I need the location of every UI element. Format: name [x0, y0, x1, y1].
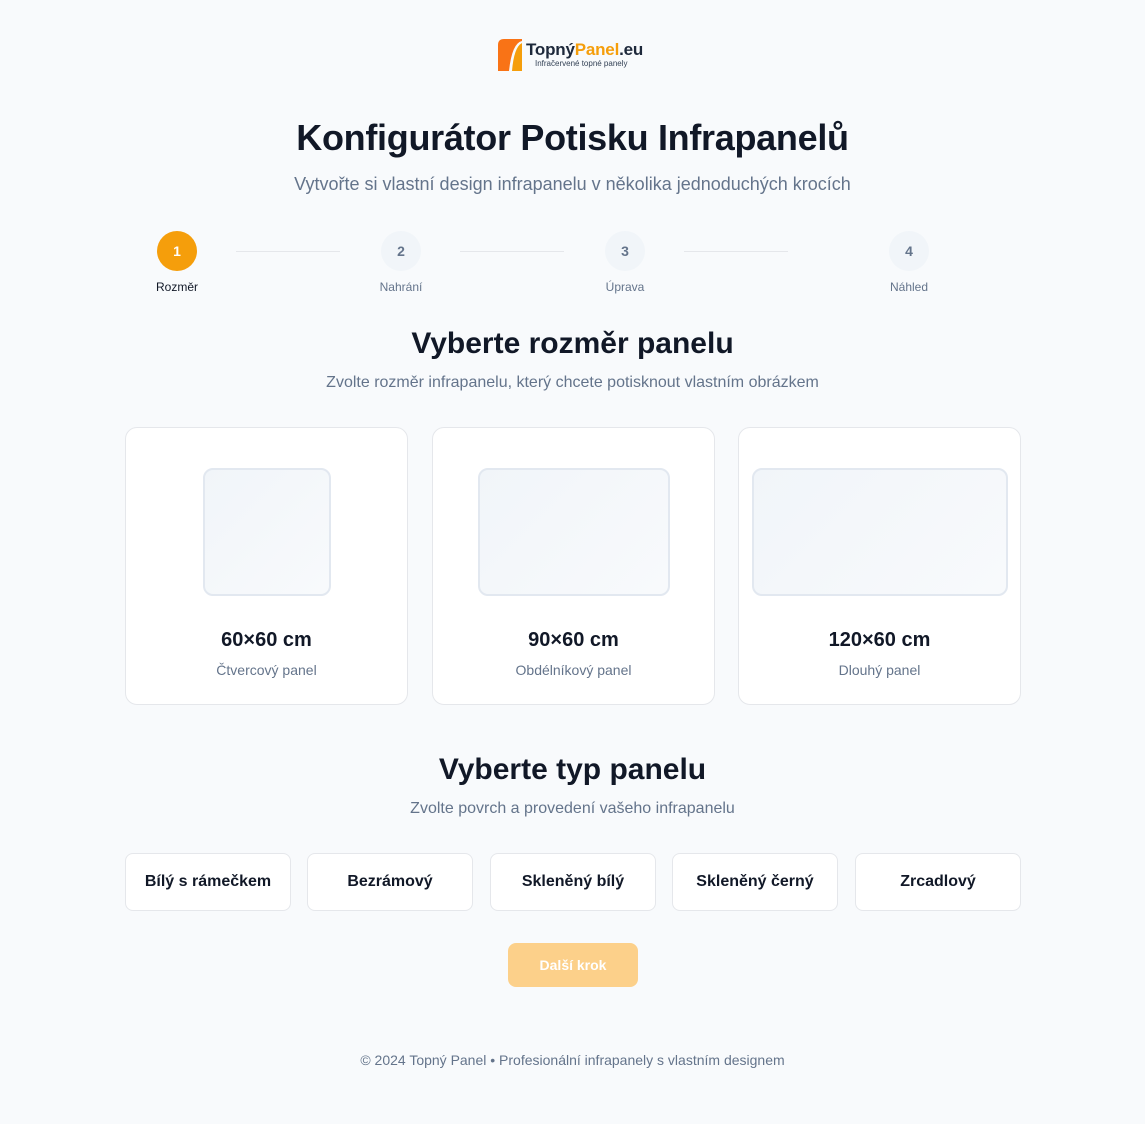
- type-option-frameless[interactable]: Bezrámový: [307, 853, 473, 911]
- step-number: 3: [605, 231, 645, 271]
- type-section-subtitle: Zvolte povrch a provedení vašeho infrapa…: [410, 800, 735, 817]
- page-title: Konfigurátor Potisku Infrapanelů: [296, 117, 849, 158]
- panel-preview-long: [752, 468, 1008, 596]
- step-1[interactable]: 1 Rozměr: [127, 231, 227, 294]
- step-label: Náhled: [889, 280, 929, 294]
- logo-name-suffix: .eu: [619, 40, 644, 59]
- size-description: Dlouhý panel: [838, 662, 921, 678]
- page-subtitle: Vytvořte si vlastní design infrapanelu v…: [294, 174, 851, 194]
- footer-text: © 2024 Topný Panel • Profesionální infra…: [360, 1052, 785, 1068]
- step-label: Rozměr: [155, 280, 198, 294]
- size-option-60x60[interactable]: 60×60 cm Čtvercový panel: [125, 427, 408, 705]
- type-option-glass-black[interactable]: Skleněný černý: [672, 853, 838, 911]
- size-label: 60×60 cm: [221, 629, 312, 651]
- step-connector: [684, 251, 788, 252]
- step-4[interactable]: 4 Náhled: [859, 231, 959, 294]
- step-connector: [460, 251, 564, 252]
- logo-tagline: Infračervené topné panely: [535, 59, 628, 68]
- type-option-glass-white[interactable]: Skleněný bílý: [490, 853, 656, 911]
- size-option-120x60[interactable]: 120×60 cm Dlouhý panel: [738, 427, 1021, 705]
- step-3[interactable]: 3 Úprava: [575, 231, 675, 294]
- step-connector: [236, 251, 340, 252]
- type-section-title: Vyberte typ panelu: [438, 753, 707, 786]
- logo-name-accent: Panel: [574, 40, 620, 59]
- step-2[interactable]: 2 Nahrání: [351, 231, 451, 294]
- size-section-subtitle: Zvolte rozměr infrapanelu, který chcete …: [326, 374, 819, 391]
- panel-preview-square: [203, 468, 331, 596]
- logo-mark-icon: [498, 39, 522, 71]
- type-option-mirror[interactable]: Zrcadlový: [855, 853, 1021, 911]
- logo-text: TopnýPanel.eu Infračervené topné panely: [526, 41, 643, 69]
- size-description: Čtvercový panel: [216, 662, 317, 678]
- size-option-90x60[interactable]: 90×60 cm Obdélníkový panel: [432, 427, 715, 705]
- size-description: Obdélníkový panel: [515, 662, 632, 678]
- logo-name-main: Topný: [526, 40, 575, 59]
- brand-logo[interactable]: TopnýPanel.eu Infračervené topné panely: [496, 37, 643, 73]
- type-option-white-framed[interactable]: Bílý s rámečkem: [125, 853, 291, 911]
- step-label: Úprava: [605, 280, 645, 294]
- configurator-page: TopnýPanel.eu Infračervené topné panely …: [0, 0, 1145, 1124]
- step-number: 1: [157, 231, 197, 271]
- next-step-button[interactable]: Další krok: [508, 943, 638, 987]
- logo-name: TopnýPanel.eu: [526, 41, 643, 59]
- progress-stepper: 1 Rozměr 2 Nahrání 3 Úprava 4 Náhled: [0, 231, 1145, 301]
- step-number: 4: [889, 231, 929, 271]
- size-label: 90×60 cm: [528, 629, 619, 651]
- step-label: Nahrání: [379, 280, 423, 294]
- step-number: 2: [381, 231, 421, 271]
- panel-preview-rectangle: [478, 468, 670, 596]
- size-label: 120×60 cm: [828, 629, 931, 651]
- size-section-title: Vyberte rozměr panelu: [411, 327, 734, 360]
